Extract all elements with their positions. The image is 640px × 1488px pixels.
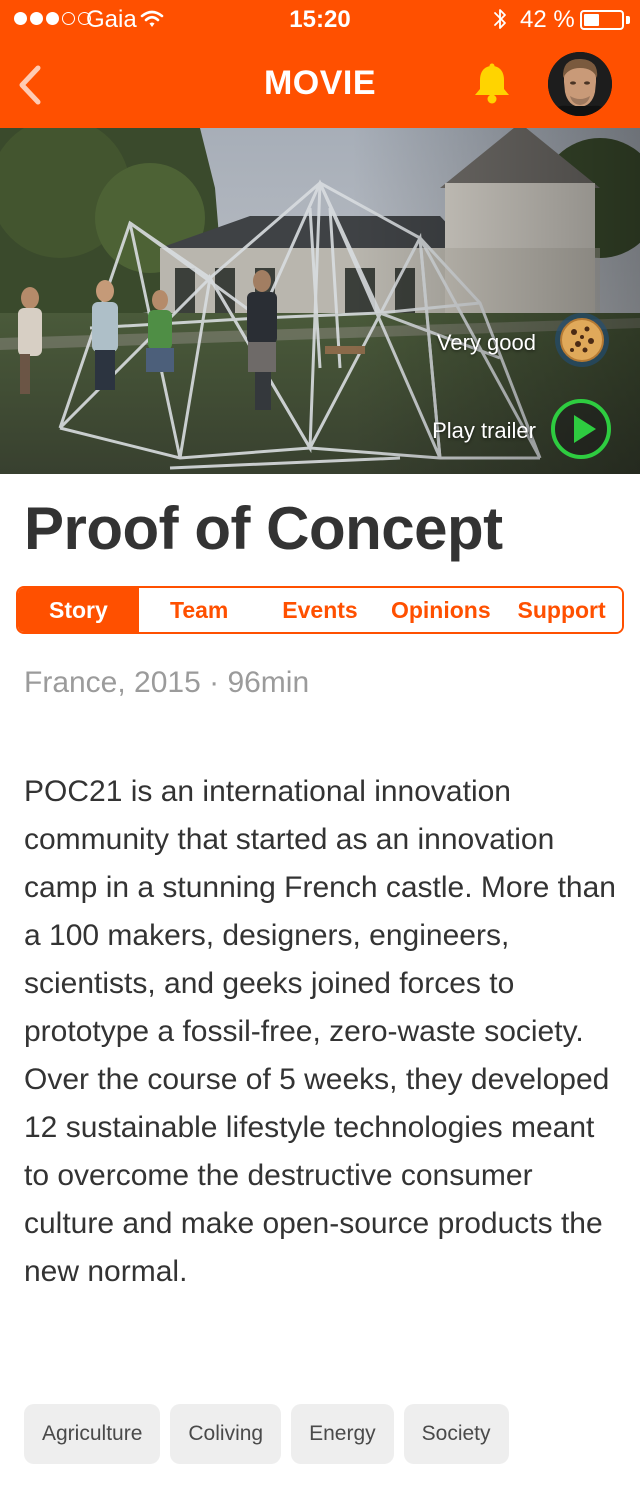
tab-support[interactable]: Support bbox=[501, 588, 622, 632]
play-trailer-button[interactable] bbox=[550, 398, 612, 460]
bluetooth-icon bbox=[492, 6, 508, 39]
app-header: Gaia 15:20 42 % MOVIE bbox=[0, 0, 640, 128]
cookie-icon bbox=[554, 312, 610, 368]
user-avatar[interactable] bbox=[548, 52, 612, 116]
battery-icon bbox=[580, 10, 624, 30]
bell-icon bbox=[475, 63, 509, 104]
tag-agriculture[interactable]: Agriculture bbox=[24, 1404, 161, 1464]
hero-banner: Very good Play trailer bbox=[0, 128, 640, 474]
play-icon bbox=[551, 399, 611, 459]
movie-description: POC21 is an international innovation com… bbox=[24, 775, 616, 1288]
tag-society[interactable]: Society bbox=[403, 1404, 509, 1464]
movie-meta: France, 2015 · 96min bbox=[24, 666, 310, 699]
play-trailer-label[interactable]: Play trailer bbox=[432, 418, 536, 444]
tag-coliving[interactable]: Coliving bbox=[170, 1404, 282, 1464]
tag-energy[interactable]: Energy bbox=[291, 1404, 394, 1464]
tag-list: Agriculture Coliving Energy Society bbox=[24, 1404, 509, 1464]
section-tabs: Story Team Events Opinions Support bbox=[16, 586, 624, 634]
battery-percentage: 42 % bbox=[520, 6, 575, 33]
page-title: MOVIE bbox=[263, 64, 377, 102]
tab-events[interactable]: Events bbox=[259, 588, 381, 632]
tab-opinions[interactable]: Opinions bbox=[380, 588, 502, 632]
status-bar: Gaia 15:20 42 % bbox=[0, 0, 640, 40]
rating-label: Very good bbox=[436, 330, 536, 355]
tab-story[interactable]: Story bbox=[18, 588, 139, 632]
movie-page: Gaia 15:20 42 % MOVIE Very good Play tra… bbox=[0, 0, 640, 1488]
avatar-image bbox=[548, 52, 612, 116]
tab-team[interactable]: Team bbox=[138, 588, 260, 632]
movie-title: Proof of Concept bbox=[24, 495, 503, 562]
battery-level-fill bbox=[584, 14, 599, 26]
notifications-button[interactable] bbox=[470, 62, 514, 106]
battery-tip bbox=[626, 16, 630, 24]
hero-photo bbox=[0, 128, 640, 474]
